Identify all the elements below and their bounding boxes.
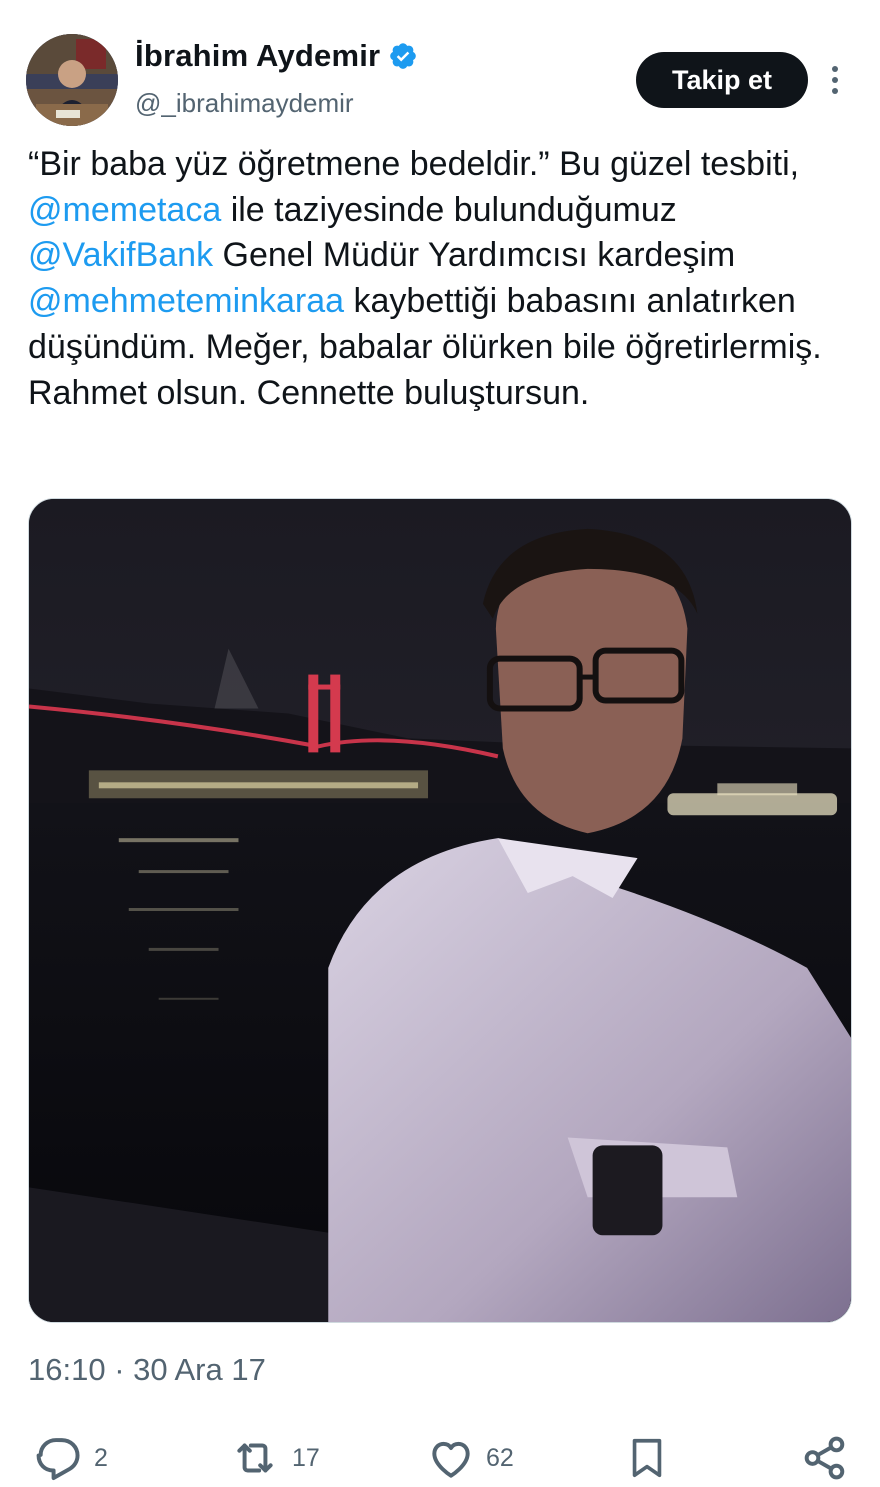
photo-image xyxy=(29,499,851,1322)
retweet-icon xyxy=(237,1443,273,1473)
bookmark-button[interactable] xyxy=(624,1430,670,1486)
follow-button[interactable]: Takip et xyxy=(636,52,808,108)
tweet-timestamp[interactable]: 16:10 · 30 Ara 17 xyxy=(28,1352,266,1388)
mention-link[interactable]: @mehmeteminkaraa xyxy=(28,282,344,320)
reply-icon xyxy=(36,1438,80,1480)
reply-button[interactable]: 2 xyxy=(34,1430,108,1486)
tweet-page: İbrahim Aydemir @_ibrahimaydemir Takip e… xyxy=(0,0,880,1487)
tweet-text-segment: “Bir baba yüz öğretmene bedeldir.” Bu gü… xyxy=(28,145,800,183)
share-button[interactable] xyxy=(800,1430,850,1486)
author-handle[interactable]: @_ibrahimaydemir xyxy=(135,88,354,119)
action-bar: 2 17 62 xyxy=(0,1430,880,1487)
more-options-button[interactable] xyxy=(818,58,852,102)
tweet-text-segment: Genel Müdür Yardımcısı kardeşim xyxy=(213,236,736,275)
tweet-photo[interactable] xyxy=(28,498,852,1323)
avatar-image xyxy=(26,34,118,126)
like-count: 62 xyxy=(486,1443,514,1472)
more-vertical-icon xyxy=(832,66,838,94)
retweet-button[interactable]: 17 xyxy=(228,1430,320,1486)
heart-icon xyxy=(432,1441,470,1478)
author-avatar[interactable] xyxy=(26,34,118,126)
retweet-count: 17 xyxy=(292,1443,320,1472)
mention-link[interactable]: @VakifBank xyxy=(28,236,213,274)
mention-link[interactable]: @memetaca xyxy=(28,191,221,229)
reply-count: 2 xyxy=(94,1443,108,1472)
author-name-row: İbrahim Aydemir xyxy=(135,38,418,74)
verified-badge-icon xyxy=(390,43,417,69)
tweet-text: “Bir baba yüz öğretmene bedeldir.” Bu gü… xyxy=(28,142,858,416)
share-icon xyxy=(804,1436,845,1480)
bookmark-icon xyxy=(632,1438,662,1478)
tweet-text-segment: ile taziyesinde bulunduğumuz xyxy=(221,190,677,229)
like-button[interactable]: 62 xyxy=(426,1430,514,1486)
author-name[interactable]: İbrahim Aydemir xyxy=(135,38,380,74)
